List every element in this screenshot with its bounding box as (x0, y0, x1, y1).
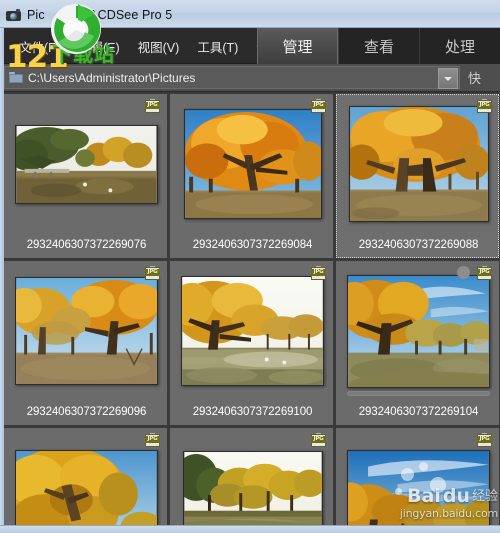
thumbnail-filename: 2932406307372269104 (358, 406, 479, 418)
jpg-badge-icon: JPG (145, 98, 160, 114)
address-bar: C:\Users\Administrator\Pictures 快 (0, 64, 500, 92)
thumbnail-image (347, 274, 490, 388)
thumbnail-image-area (171, 103, 334, 225)
window-title-prefix: Pic (27, 8, 45, 22)
thumbnail-cell[interactable]: JPG (336, 261, 499, 425)
jpg-badge-icon: JPG (145, 265, 160, 281)
thumbnail-image (15, 277, 158, 385)
path-input[interactable]: C:\Users\Administrator\Pictures (4, 66, 460, 89)
title-bar-left: Pic ACDSee Pro 5 (6, 5, 172, 25)
thumbnail-filename: 2932406307372269084 (192, 239, 313, 251)
menu-view[interactable]: 视图(V) (137, 35, 181, 58)
tab-view[interactable]: 查看 (338, 28, 419, 64)
thumbnail-filename: 2932406307372269096 (26, 406, 147, 418)
thumbnail-cell[interactable]: JPG (170, 261, 333, 425)
thumbnail-cell[interactable]: JPG (170, 428, 333, 525)
thumbnail-filename: 2932406307372269076 (26, 239, 147, 251)
status-bar (0, 525, 500, 533)
camera-icon (6, 8, 21, 23)
thumbnail-filename: 2932406307372269100 (192, 406, 313, 418)
jpg-badge-label: JPG (147, 435, 158, 442)
thumbnail-image (183, 109, 322, 219)
thumbnail-image-area (337, 270, 500, 392)
path-dropdown-button[interactable] (438, 68, 458, 89)
window-title-suffix: ACDSee Pro 5 (89, 8, 173, 22)
thumbnail-cell[interactable]: JPG (170, 94, 333, 258)
thumbnail-image-area (171, 270, 334, 392)
jpg-badge-label: JPG (147, 101, 158, 108)
jpg-badge-icon: JPG (145, 432, 160, 448)
jpg-badge-icon: JPG (477, 98, 492, 114)
jpg-badge-label: JPG (313, 435, 324, 442)
jpg-badge-icon: JPG (477, 432, 492, 448)
thumbnail-image (348, 106, 489, 222)
thumbnail-image-area (337, 437, 500, 525)
jpg-badge-label: JPG (479, 435, 490, 442)
jpg-badge-icon: JPG (311, 432, 326, 448)
thumbnail-cell[interactable]: JPG (4, 261, 167, 425)
jpg-badge-icon: JPG (311, 265, 326, 281)
thumbnail-image (182, 451, 323, 525)
thumbnail-image-area (5, 103, 168, 225)
mode-tabs: 管理 查看 处理 (257, 28, 500, 64)
folder-icon (9, 72, 23, 83)
thumbnail-image-area (171, 437, 334, 525)
menu-bar: 文件(F) 编辑(E) 视图(V) 工具(T) 帮助(H) 管理 查看 处理 (0, 28, 500, 64)
jpg-badge-icon: JPG (477, 265, 492, 281)
thumbnail-image (347, 450, 490, 525)
tab-process[interactable]: 处理 (419, 28, 500, 64)
thumbnail-cell[interactable]: JPG (4, 94, 167, 258)
thumbnail-image (15, 124, 158, 204)
thumbnail-filename: 2932406307372269088 (358, 239, 479, 251)
jpg-badge-label: JPG (313, 101, 324, 108)
thumbnail-image (181, 276, 324, 386)
menu-file[interactable]: 文件(F) (18, 35, 61, 58)
thumbnail-grid: JPG 2932406307372269076 JPG 293240630737… (4, 94, 500, 525)
thumbnail-image-area (337, 103, 500, 225)
thumbnail-cell-selected[interactable]: JPG 2932406307372269088 (336, 94, 499, 258)
chevron-down-icon (444, 76, 452, 81)
window-title: Pic ACDSee Pro 5 (27, 8, 172, 22)
status-circle-badge[interactable] (457, 266, 470, 279)
jpg-badge-label: JPG (147, 268, 158, 275)
tab-manage[interactable]: 管理 (257, 28, 338, 64)
thumbnail-image-area (5, 270, 168, 392)
menu-edit[interactable]: 编辑(E) (77, 35, 121, 58)
jpg-badge-label: JPG (313, 268, 324, 275)
path-text: C:\Users\Administrator\Pictures (28, 70, 196, 85)
window-left-edge (0, 28, 4, 525)
jpg-badge-label: JPG (479, 268, 490, 275)
thumbnail-cell[interactable]: JPG (4, 428, 167, 525)
thumbnail-progress-bar (347, 391, 490, 396)
thumbnail-pane[interactable]: JPG 2932406307372269076 JPG 293240630737… (0, 92, 500, 525)
title-bar: Pic ACDSee Pro 5 (0, 0, 500, 28)
acdsee-window: Pic ACDSee Pro 5 文件(F) 编辑(E) 视图(V) 工具(T)… (0, 0, 500, 533)
thumbnail-image-area (5, 437, 168, 525)
menu-tools[interactable]: 工具(T) (196, 35, 239, 58)
jpg-badge-icon: JPG (311, 98, 326, 114)
jpg-badge-label: JPG (479, 101, 490, 108)
quick-search-label[interactable]: 快 (468, 68, 500, 87)
thumbnail-cell[interactable]: JPG (336, 428, 499, 525)
thumbnail-image (15, 450, 158, 525)
